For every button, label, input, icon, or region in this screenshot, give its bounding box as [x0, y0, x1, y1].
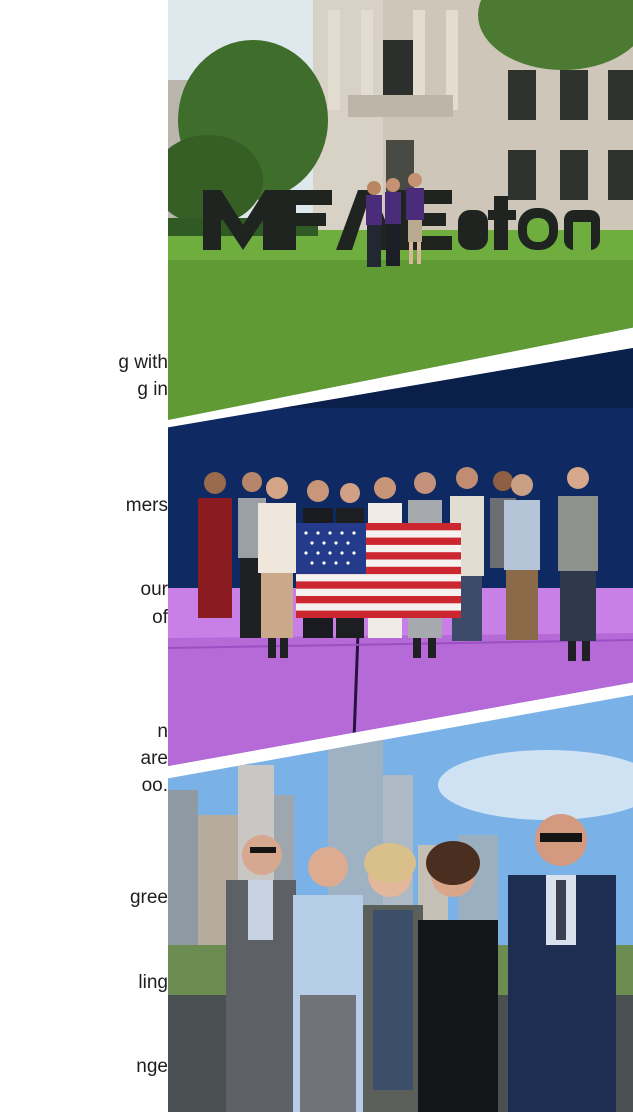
text-fragment: g with [118, 352, 168, 373]
photo-collage [168, 0, 633, 1112]
text-fragment: n [157, 721, 168, 742]
stage-flag-photo [168, 348, 633, 766]
text-fragment: gree [129, 887, 168, 908]
text-fragment: g in [137, 379, 168, 400]
text-fragment: ling [138, 972, 168, 993]
museum-scene [168, 0, 633, 420]
text-fragment: our [140, 579, 168, 600]
city-scene [168, 695, 633, 1112]
us-flag [296, 523, 461, 618]
text-fragment: of [152, 607, 168, 628]
text-fragment: are [140, 748, 168, 769]
text-fragment: oo. [141, 775, 168, 796]
museum-photo [168, 0, 633, 420]
stage-scene [168, 348, 633, 766]
article-text-column: g with g in mers our of n are oo. gree l… [0, 0, 168, 1112]
text-fragment: mers [125, 495, 168, 516]
city-skyline-photo [168, 695, 633, 1112]
text-fragment: nge [136, 1056, 168, 1077]
